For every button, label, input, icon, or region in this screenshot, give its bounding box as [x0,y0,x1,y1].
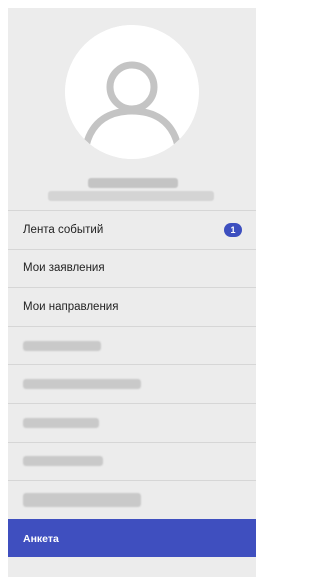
sidebar-item-label: Анкета [23,532,59,545]
sidebar-item-redacted-4[interactable] [8,441,256,481]
sidebar-item-questionnaire[interactable]: Анкета [8,518,256,558]
sidebar-item-redacted-1[interactable] [8,325,256,365]
sidebar-item-label: Мои заявления [23,262,105,275]
sidebar-item-my-referrals[interactable]: Мои направления [8,287,256,326]
redacted-label [23,417,99,428]
avatar[interactable] [65,25,199,159]
user-subtitle-redacted [48,191,214,201]
sidebar-item-my-applications[interactable]: Мои заявления [8,248,256,288]
sidebar-item-redacted-3[interactable] [8,402,256,442]
redacted-label [23,456,103,467]
sidebar-item-label: Мои направления [23,300,119,313]
sidebar-item-redacted-5[interactable] [8,480,256,519]
user-name-redacted [88,178,178,188]
sidebar-menu: Лента событий 1 Мои заявления Мои направ… [8,210,256,558]
user-icon [65,25,199,159]
sidebar-item-label: Лента событий [23,223,104,236]
redacted-label [23,340,101,351]
sidebar-item-redacted-2[interactable] [8,364,256,403]
redacted-label [23,379,141,390]
notification-badge: 1 [224,222,242,237]
sidebar: Лента событий 1 Мои заявления Мои направ… [8,8,256,577]
redacted-label [23,492,141,507]
profile-section [8,8,256,210]
sidebar-item-events-feed[interactable]: Лента событий 1 [8,210,256,249]
